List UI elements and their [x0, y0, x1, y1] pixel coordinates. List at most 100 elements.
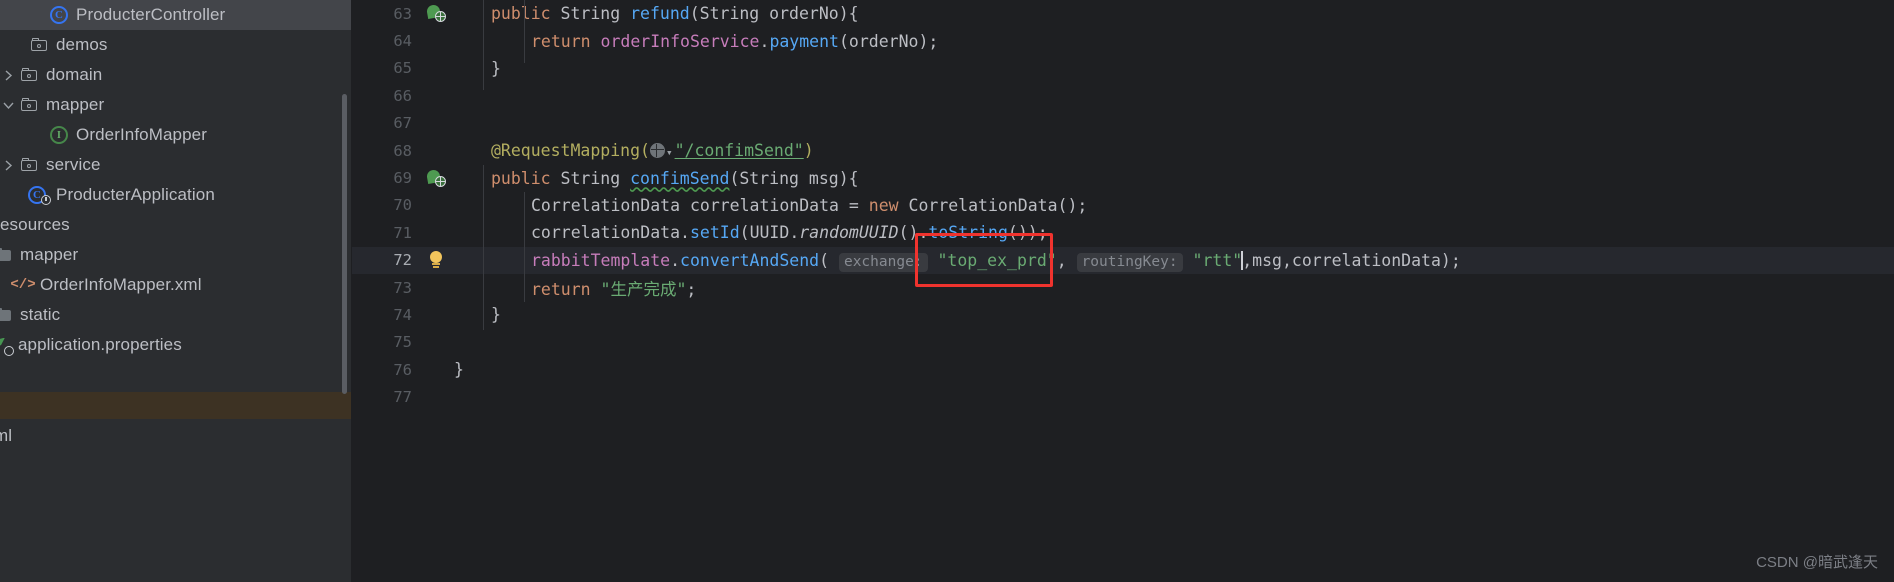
intention-bulb-icon[interactable]	[418, 251, 454, 269]
web-reference-icon[interactable]	[649, 143, 665, 159]
token-method: confimSend	[630, 168, 730, 188]
sidebar-item-mapper-resources[interactable]: mapper	[0, 240, 352, 270]
line-number: 72	[393, 251, 412, 270]
param-hint-routing-key: routingKey:	[1076, 252, 1183, 272]
sidebar-item-demos[interactable]: demos	[0, 30, 352, 60]
chevron-right-icon[interactable]	[0, 159, 16, 171]
code-line[interactable]: 73 return "生产完成";	[352, 274, 1894, 301]
token-punct: .	[670, 250, 681, 270]
sidebar-item-application-properties[interactable]: application.properties	[0, 330, 352, 360]
code-line[interactable]: 68 @RequestMapping(▾ "/confimSend")	[352, 137, 1894, 164]
sidebar-item-producter-controller[interactable]: C ProducterController	[0, 0, 352, 30]
indent-guide	[483, 165, 484, 330]
folder-module-icon	[18, 68, 40, 82]
code-line[interactable]: 65 }	[352, 55, 1894, 82]
line-number: 67	[393, 114, 412, 133]
code-line[interactable]: 77	[352, 383, 1894, 410]
code-line[interactable]: 74 }	[352, 301, 1894, 328]
sidebar-item-label: service	[46, 155, 101, 174]
code-text: correlationData.setId(UUID.randomUUID().…	[454, 223, 1894, 242]
chevron-down-icon[interactable]: ▾	[666, 146, 673, 159]
sidebar-item-label: OrderInfoMapper	[76, 125, 207, 144]
sidebar-item-order-info-mapper-xml[interactable]: </> OrderInfoMapper.xml	[0, 270, 352, 300]
code-line-current[interactable]: 72 rabbitTemplate.convertAndSend( exchan…	[352, 246, 1894, 274]
folder-module-icon	[28, 38, 50, 52]
code-line[interactable]: 64 return orderInfoService.payment(order…	[352, 27, 1894, 54]
override-web-icon[interactable]	[418, 168, 454, 187]
token-punct: .	[789, 223, 800, 243]
line-number: 76	[393, 360, 412, 379]
sidebar-item-label: domain	[46, 65, 103, 84]
class-icon: C	[48, 6, 70, 24]
folder-module-icon	[18, 98, 40, 112]
token-field: orderInfoService	[600, 31, 760, 51]
line-number: 73	[393, 278, 412, 297]
param-hint-exchange: exchange:	[838, 252, 928, 272]
token-method: convertAndSend	[680, 250, 820, 270]
sidebar-item-ml[interactable]: ml	[0, 419, 352, 453]
token-keyword: public	[491, 168, 551, 188]
indent-guide	[524, 0, 525, 63]
token-plain: (orderNo);	[838, 31, 939, 51]
code-editor[interactable]: 63 public String refund(String orderNo){…	[352, 0, 1894, 582]
token-method: payment	[769, 31, 839, 51]
sidebar-item-domain[interactable]: domain	[0, 60, 352, 90]
code-line[interactable]: 70 CorrelationData correlationData = new…	[352, 192, 1894, 219]
sidebar-item-selected-unfocused[interactable]	[0, 392, 352, 419]
line-number: 63	[393, 4, 412, 23]
line-number: 70	[393, 196, 412, 215]
chevron-down-icon[interactable]	[0, 101, 16, 110]
token-type: String	[560, 4, 621, 24]
token-brace: }	[491, 305, 501, 325]
code-line[interactable]: 71 correlationData.setId(UUID.randomUUID…	[352, 219, 1894, 246]
sidebar-item-resources[interactable]: esources	[0, 210, 352, 240]
interface-icon: I	[48, 126, 70, 144]
code-line[interactable]: 67	[352, 110, 1894, 137]
code-line[interactable]: 63 public String refund(String orderNo){	[352, 0, 1894, 27]
token-plain: ());	[1007, 223, 1048, 243]
token-plain: ,msg,correlationData);	[1242, 250, 1461, 270]
token-keyword: public	[491, 4, 551, 24]
line-number: 69	[393, 169, 412, 188]
token-type: String	[560, 168, 621, 188]
code-lines[interactable]: 63 public String refund(String orderNo){…	[352, 0, 1894, 582]
folder-plain-icon	[0, 248, 14, 262]
code-line[interactable]: 69 public String confimSend(String msg){	[352, 164, 1894, 191]
code-text: return orderInfoService.payment(orderNo)…	[454, 32, 1894, 51]
project-tree-panel[interactable]: C ProducterController demos domain mappe…	[0, 0, 352, 582]
sidebar-item-service[interactable]: service	[0, 150, 352, 180]
token-type: CorrelationData	[908, 195, 1058, 215]
line-number: 66	[393, 86, 412, 105]
token-brace: }	[491, 58, 501, 78]
properties-icon	[0, 337, 14, 356]
token-field: rabbitTemplate	[531, 250, 671, 270]
code-text: return "生产完成";	[454, 276, 1894, 300]
sidebar-item-static[interactable]: static	[0, 300, 352, 330]
chevron-right-icon[interactable]	[0, 69, 16, 81]
code-line[interactable]: 76 }	[352, 356, 1894, 383]
token-punct: ().	[898, 223, 929, 243]
sidebar-scrollbar[interactable]	[342, 94, 347, 394]
code-text: public String confimSend(String msg){	[454, 169, 1894, 188]
token-plain: correlationData =	[680, 195, 869, 215]
code-text: }	[454, 360, 1894, 379]
code-text: rabbitTemplate.convertAndSend( exchange:…	[454, 250, 1894, 272]
sidebar-item-producter-application[interactable]: C ProducterApplication	[0, 180, 352, 210]
code-line[interactable]: 75	[352, 329, 1894, 356]
code-text: public String refund(String orderNo){	[454, 4, 1894, 23]
line-number: 74	[393, 305, 412, 324]
line-number: 68	[393, 141, 412, 160]
indent-guide	[483, 0, 484, 90]
token-keyword: return	[531, 31, 591, 51]
override-web-icon[interactable]	[418, 4, 454, 23]
sidebar-item-order-info-mapper[interactable]: I OrderInfoMapper	[0, 120, 352, 150]
code-line[interactable]: 66	[352, 82, 1894, 109]
sidebar-item-mapper-java[interactable]: mapper	[0, 90, 352, 120]
token-type: CorrelationData	[531, 195, 681, 215]
token-method: toString	[928, 223, 1008, 243]
code-text: @RequestMapping(▾ "/confimSend")	[454, 141, 1894, 160]
